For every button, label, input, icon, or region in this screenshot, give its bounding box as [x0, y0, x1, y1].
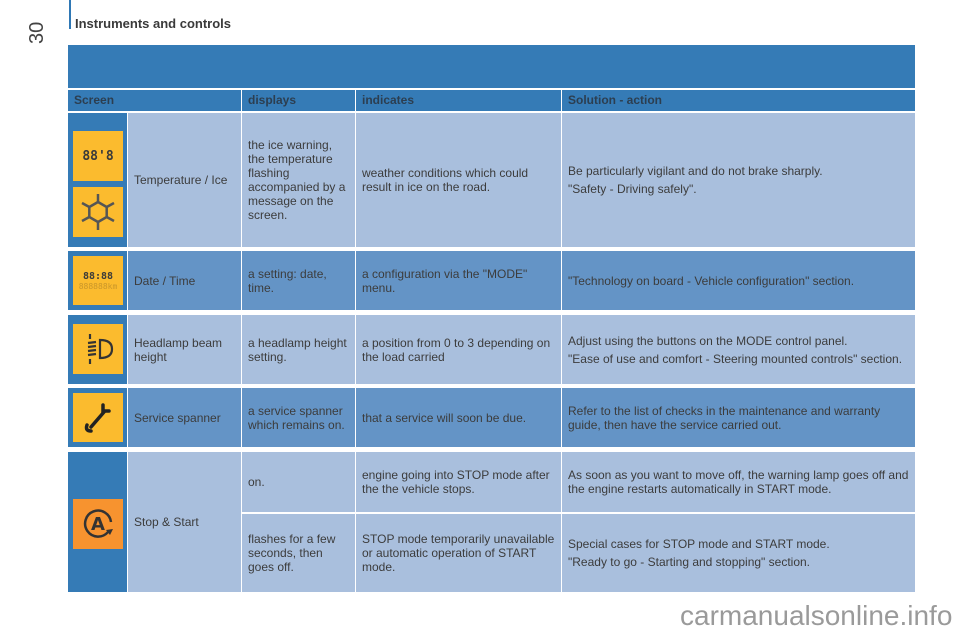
cell-screen: Service spanner: [128, 388, 241, 447]
cell-screen: Temperature / Ice: [128, 113, 241, 247]
solution-reference: "Safety - Driving safely".: [568, 182, 697, 196]
cell-indicates: a configuration via the "MODE" menu.: [356, 251, 561, 310]
cell-displays: flashes for a few seconds, then goes off…: [242, 514, 355, 592]
time-digits: 88:88: [82, 270, 114, 282]
cell-indicates: engine going into STOP mode after the th…: [356, 452, 561, 512]
cell-solution: Be particularly vigilant and do not brak…: [562, 113, 915, 247]
section-title: Instruments and controls: [75, 16, 232, 31]
cell-displays: a setting: date, time.: [242, 251, 355, 310]
date-time-display-icon: 88:88 888888km: [73, 256, 123, 305]
header-displays: displays: [242, 90, 355, 111]
cell-displays: the ice warning, the temperature flashin…: [242, 113, 355, 247]
svg-text:A: A: [91, 514, 105, 535]
cell-solution: "Technology on board - Vehicle configura…: [562, 251, 915, 310]
cell-solution: Refer to the list of checks in the maint…: [562, 388, 915, 447]
header-screen: Screen: [68, 90, 241, 111]
cell-solution: As soon as you want to move off, the war…: [562, 452, 915, 512]
temperature-digits: 88'8: [82, 148, 114, 164]
solution-reference: "Ease of use and comfort - Steering moun…: [568, 351, 903, 366]
watermark: carmanualsonline.info: [680, 600, 953, 631]
temperature-display-icon: 88'8: [73, 131, 123, 181]
section-marker: [69, 0, 71, 29]
table-banner: [68, 45, 915, 88]
cell-solution: Adjust using the buttons on the MODE con…: [562, 315, 915, 384]
odometer-digits: 888888km: [78, 281, 118, 291]
cell-indicates: weather conditions which could result in…: [356, 113, 561, 247]
stop-start-icon: A: [73, 499, 123, 549]
cell-indicates: that a service will soon be due.: [356, 388, 561, 447]
solution-text: Special cases for STOP mode and START mo…: [568, 537, 830, 551]
solution-reference: "Ready to go - Starting and stopping" se…: [568, 555, 810, 569]
cell-indicates: STOP mode temporarily unavailable or aut…: [356, 514, 561, 592]
solution-text: Adjust using the buttons on the MODE con…: [568, 333, 848, 348]
header-solution: Solution - action: [562, 90, 915, 111]
cell-displays: on.: [242, 452, 355, 512]
cell-displays: a headlamp height setting.: [242, 315, 355, 384]
cell-indicates: a position from 0 to 3 depending on the …: [356, 315, 561, 384]
solution-text: Be particularly vigilant and do not brak…: [568, 164, 823, 178]
cell-screen: Headlamp beam height: [128, 315, 241, 384]
cell-screen: Stop & Start: [128, 452, 241, 592]
snowflake-icon: [73, 187, 123, 237]
headlamp-beam-height-icon: [73, 324, 123, 374]
cell-solution: Special cases for STOP mode and START mo…: [562, 514, 915, 592]
service-spanner-icon: [73, 393, 123, 442]
cell-displays: a service spanner which remains on.: [242, 388, 355, 447]
header-indicates: indicates: [356, 90, 561, 111]
cell-screen: Date / Time: [128, 251, 241, 310]
page-number: 30: [26, 21, 48, 44]
